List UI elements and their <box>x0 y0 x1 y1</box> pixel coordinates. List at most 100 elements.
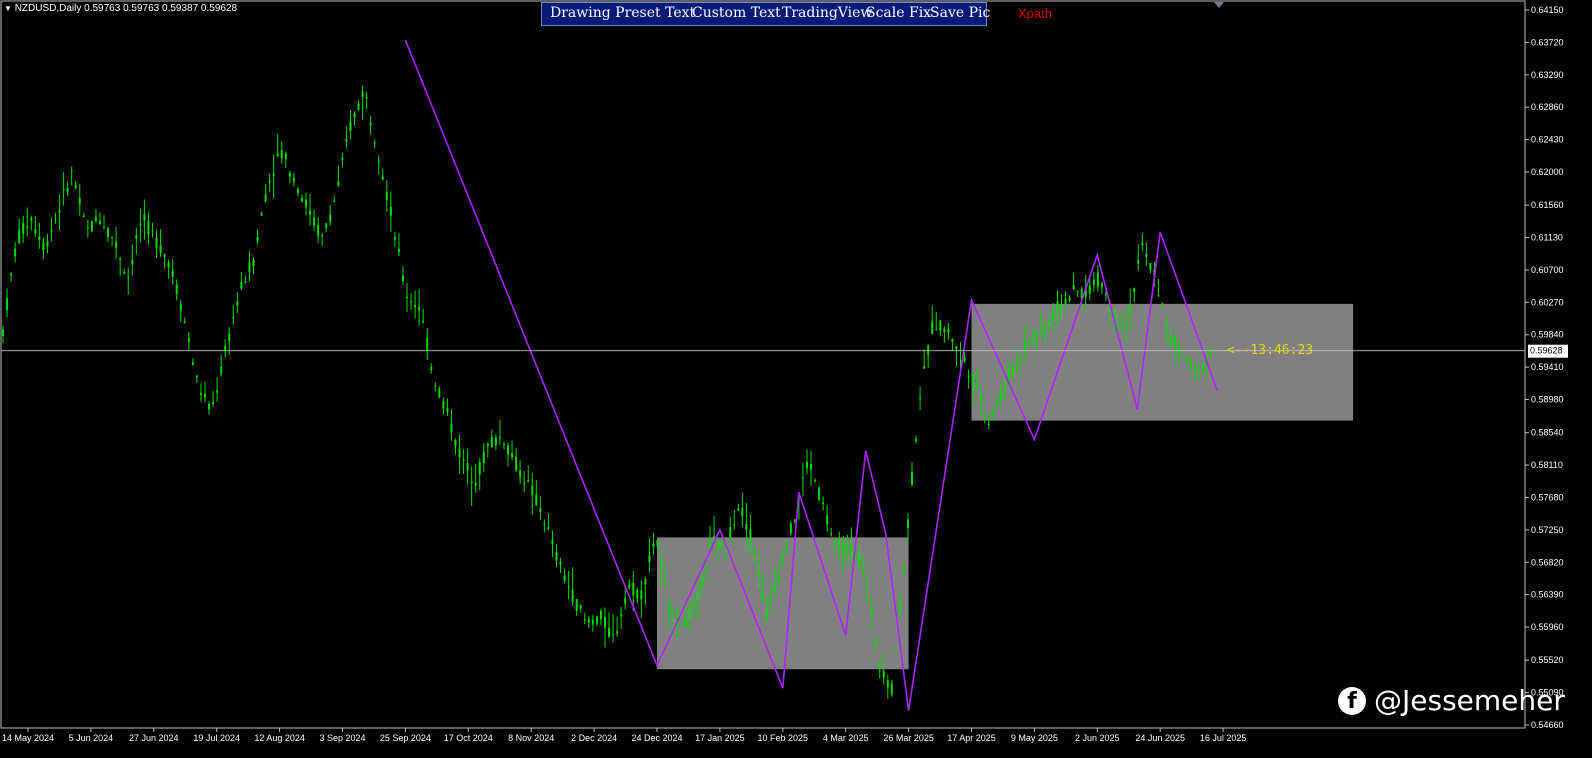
symbol-info: ▼ NZDUSD,Daily 0.59763 0.59763 0.59387 0… <box>4 3 237 14</box>
candle-body <box>1003 380 1006 388</box>
candle-body <box>906 519 909 528</box>
candle-body <box>280 149 283 159</box>
drawing-preset-text-button[interactable]: Drawing Preset Text <box>550 5 695 21</box>
candle-body <box>668 601 671 617</box>
save-pic-button[interactable]: Save Pic <box>930 5 990 21</box>
candle-body <box>341 158 344 161</box>
candle-body <box>951 338 954 342</box>
y-tick-label: 0.57250 <box>1531 525 1564 535</box>
candle-body <box>801 477 804 479</box>
candle-body <box>2 329 4 336</box>
candle-body <box>1169 334 1172 345</box>
candle-body <box>866 584 869 586</box>
candle-body <box>955 346 958 349</box>
candle-body <box>107 228 110 238</box>
candle-body <box>486 443 489 446</box>
candle-body <box>309 210 312 216</box>
candle-body <box>183 321 186 323</box>
y-tick-label: 0.59840 <box>1531 330 1564 340</box>
candle-body <box>745 524 748 530</box>
candle-body <box>1096 272 1099 287</box>
xpath-button[interactable]: Xpath <box>1018 6 1052 21</box>
custom-text-button[interactable]: Custom Text <box>692 5 781 21</box>
candle-body <box>919 397 922 399</box>
candle-body <box>478 461 481 475</box>
candle-body <box>1185 359 1188 363</box>
candle-body <box>923 366 926 369</box>
candle-body <box>688 606 691 618</box>
candle-body <box>264 194 267 202</box>
candle-body <box>22 222 25 235</box>
candle-body <box>559 562 562 565</box>
x-tick-label: 5 Jun 2024 <box>69 733 114 743</box>
candle-body <box>434 385 437 387</box>
y-tick-label: 0.62430 <box>1531 135 1564 145</box>
candle-body <box>963 357 966 362</box>
candle-body <box>377 160 380 162</box>
candle-body <box>931 321 934 335</box>
candle-body <box>490 436 493 448</box>
price-chart[interactable]: 0.64150 0.63720 0.63290 0.62860 0.62430 0.620… <box>0 0 1592 758</box>
candle-body <box>704 568 707 571</box>
candle-body <box>935 329 938 331</box>
candle-body <box>1056 301 1059 315</box>
candle-body <box>939 320 942 331</box>
candle-body <box>430 366 433 371</box>
candle-body <box>680 626 683 628</box>
scale-fix-button[interactable]: Scale Fix <box>866 5 931 21</box>
candle-body <box>967 376 970 378</box>
candle-body <box>361 91 364 97</box>
candle-body <box>632 582 635 596</box>
candle-body <box>551 539 554 545</box>
watermark: f @Jessemeher <box>1338 684 1565 717</box>
candle-body <box>721 541 724 547</box>
candle-body <box>139 223 142 225</box>
candle-body <box>862 566 865 570</box>
candle-body <box>1197 367 1200 369</box>
candle-body <box>571 589 574 602</box>
tradingview-button[interactable]: TradingView <box>782 5 872 21</box>
candle-body <box>305 199 308 208</box>
y-tick-label: 0.59410 <box>1531 362 1564 372</box>
x-tick-label: 8 Nov 2024 <box>508 733 554 743</box>
candle-body <box>769 597 772 603</box>
candle-body <box>438 388 441 398</box>
candle-body <box>858 555 861 567</box>
candle-body <box>232 317 235 319</box>
candle-body <box>616 631 619 634</box>
x-tick-label: 17 Apr 2025 <box>947 733 996 743</box>
candle-body <box>482 452 485 464</box>
candle-body <box>410 301 413 303</box>
candle-body <box>103 226 106 228</box>
candle-body <box>365 97 368 99</box>
candle-body <box>999 389 1002 400</box>
candle-body <box>1028 341 1031 343</box>
candle-body <box>612 634 615 636</box>
candle-body <box>781 555 784 564</box>
candle-body <box>1072 285 1075 290</box>
candle-body <box>555 552 558 561</box>
candle-body <box>1040 330 1043 332</box>
menu-triangle-icon[interactable]: ▼ <box>4 4 12 13</box>
candle-body <box>987 423 990 425</box>
candle-body <box>369 123 372 126</box>
candle-body <box>753 550 756 555</box>
candle-body <box>216 390 219 393</box>
candle-body <box>143 213 146 221</box>
candle-body <box>1020 358 1023 360</box>
candle-body <box>74 185 77 189</box>
candle-body <box>579 605 582 609</box>
facebook-icon: f <box>1338 686 1366 715</box>
candle-body <box>329 214 332 222</box>
y-tick-label: 0.58980 <box>1531 395 1564 405</box>
candle-body <box>26 226 29 228</box>
candle-body <box>1012 366 1015 375</box>
candle-body <box>1060 305 1063 308</box>
candle-body <box>240 282 243 289</box>
candle-countdown: <--13:46:23 <box>1227 342 1314 358</box>
candle-body <box>42 242 45 251</box>
current-price-tag: 0.59628 <box>1528 344 1568 358</box>
candle-body <box>882 671 885 678</box>
candle-body <box>636 589 639 599</box>
candle-body <box>842 544 845 556</box>
